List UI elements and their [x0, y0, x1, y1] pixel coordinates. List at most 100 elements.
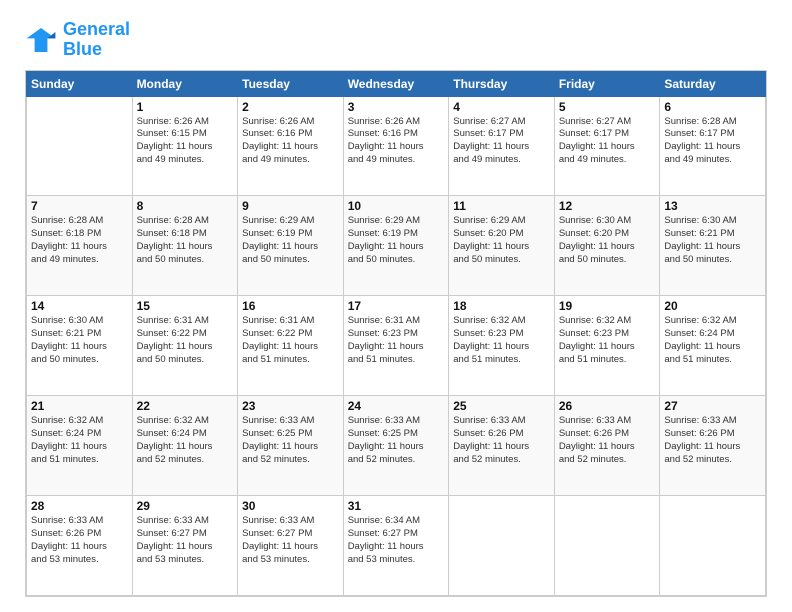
- day-info: Sunrise: 6:33 AM Sunset: 6:27 PM Dayligh…: [242, 515, 339, 566]
- day-cell: 5 Sunrise: 6:27 AM Sunset: 6:17 PM Daylig…: [554, 96, 660, 196]
- day-info: Sunrise: 6:32 AM Sunset: 6:23 PM Dayligh…: [559, 315, 656, 366]
- day-cell: 2 Sunrise: 6:26 AM Sunset: 6:16 PM Daylig…: [238, 96, 344, 196]
- day-info: Sunrise: 6:30 AM Sunset: 6:20 PM Dayligh…: [559, 215, 656, 266]
- day-cell: 11 Sunrise: 6:29 AM Sunset: 6:20 PM Dayli…: [449, 196, 555, 296]
- day-number: 27: [664, 399, 761, 413]
- day-cell: [554, 496, 660, 596]
- day-info: Sunrise: 6:30 AM Sunset: 6:21 PM Dayligh…: [664, 215, 761, 266]
- day-cell: 30 Sunrise: 6:33 AM Sunset: 6:27 PM Dayli…: [238, 496, 344, 596]
- day-cell: 6 Sunrise: 6:28 AM Sunset: 6:17 PM Daylig…: [660, 96, 766, 196]
- logo: General Blue: [25, 20, 130, 60]
- day-of-week-header: Saturday: [660, 71, 766, 96]
- day-cell: [660, 496, 766, 596]
- day-cell: 24 Sunrise: 6:33 AM Sunset: 6:25 PM Dayli…: [343, 396, 449, 496]
- day-info: Sunrise: 6:27 AM Sunset: 6:17 PM Dayligh…: [559, 116, 656, 167]
- day-cell: 25 Sunrise: 6:33 AM Sunset: 6:26 PM Dayli…: [449, 396, 555, 496]
- day-info: Sunrise: 6:31 AM Sunset: 6:22 PM Dayligh…: [137, 315, 234, 366]
- day-cell: 4Sunrise: 6:27 AM Sunset: 6:17 PM Daylig…: [449, 96, 555, 196]
- day-number: 8: [137, 199, 234, 213]
- day-info: Sunrise: 6:26 AM Sunset: 6:16 PM Dayligh…: [242, 116, 339, 167]
- day-info: Sunrise: 6:33 AM Sunset: 6:26 PM Dayligh…: [664, 415, 761, 466]
- day-cell: 28 Sunrise: 6:33 AM Sunset: 6:26 PM Dayli…: [27, 496, 133, 596]
- day-info: Sunrise: 6:33 AM Sunset: 6:26 PM Dayligh…: [453, 415, 550, 466]
- day-cell: 14 Sunrise: 6:30 AM Sunset: 6:21 PM Dayli…: [27, 296, 133, 396]
- day-cell: 16 Sunrise: 6:31 AM Sunset: 6:22 PM Dayli…: [238, 296, 344, 396]
- day-number: 9: [242, 199, 339, 213]
- day-cell: [27, 96, 133, 196]
- day-info: Sunrise: 6:32 AM Sunset: 6:23 PM Dayligh…: [453, 315, 550, 366]
- day-number: 19: [559, 299, 656, 313]
- day-of-week-header: Friday: [554, 71, 660, 96]
- day-number: 15: [137, 299, 234, 313]
- day-info: Sunrise: 6:32 AM Sunset: 6:24 PM Dayligh…: [31, 415, 128, 466]
- day-info: Sunrise: 6:33 AM Sunset: 6:25 PM Dayligh…: [348, 415, 445, 466]
- day-number: 18: [453, 299, 550, 313]
- day-number: 5: [559, 100, 656, 114]
- day-number: 29: [137, 499, 234, 513]
- day-info: Sunrise: 6:28 AM Sunset: 6:18 PM Dayligh…: [31, 215, 128, 266]
- day-number: 26: [559, 399, 656, 413]
- day-cell: 13 Sunrise: 6:30 AM Sunset: 6:21 PM Dayli…: [660, 196, 766, 296]
- day-number: 17: [348, 299, 445, 313]
- day-number: 1: [137, 100, 234, 114]
- day-info: Sunrise: 6:34 AM Sunset: 6:27 PM Dayligh…: [348, 515, 445, 566]
- day-cell: 22 Sunrise: 6:32 AM Sunset: 6:24 PM Dayli…: [132, 396, 238, 496]
- day-number: 14: [31, 299, 128, 313]
- logo-icon: [25, 24, 57, 56]
- day-info: Sunrise: 6:28 AM Sunset: 6:17 PM Dayligh…: [664, 116, 761, 167]
- day-number: 22: [137, 399, 234, 413]
- day-of-week-header: Wednesday: [343, 71, 449, 96]
- day-info: Sunrise: 6:26 AM Sunset: 6:15 PM Dayligh…: [137, 116, 234, 167]
- day-info: Sunrise: 6:31 AM Sunset: 6:22 PM Dayligh…: [242, 315, 339, 366]
- day-of-week-header: Thursday: [449, 71, 555, 96]
- day-number: 24: [348, 399, 445, 413]
- day-info: Sunrise: 6:32 AM Sunset: 6:24 PM Dayligh…: [664, 315, 761, 366]
- day-cell: 18 Sunrise: 6:32 AM Sunset: 6:23 PM Dayli…: [449, 296, 555, 396]
- day-of-week-header: Sunday: [27, 71, 133, 96]
- day-number: 13: [664, 199, 761, 213]
- day-number: 21: [31, 399, 128, 413]
- page: General Blue SundayMondayTuesdayWednesda…: [0, 0, 792, 612]
- day-info: Sunrise: 6:33 AM Sunset: 6:25 PM Dayligh…: [242, 415, 339, 466]
- day-cell: 1 Sunrise: 6:26 AM Sunset: 6:15 PM Daylig…: [132, 96, 238, 196]
- day-cell: 19 Sunrise: 6:32 AM Sunset: 6:23 PM Dayli…: [554, 296, 660, 396]
- day-number: 7: [31, 199, 128, 213]
- day-number: 6: [664, 100, 761, 114]
- day-number: 16: [242, 299, 339, 313]
- day-info: Sunrise: 6:32 AM Sunset: 6:24 PM Dayligh…: [137, 415, 234, 466]
- day-cell: 10Sunrise: 6:29 AM Sunset: 6:19 PM Dayli…: [343, 196, 449, 296]
- day-number: 25: [453, 399, 550, 413]
- day-info: Sunrise: 6:28 AM Sunset: 6:18 PM Dayligh…: [137, 215, 234, 266]
- day-number: 4: [453, 100, 550, 114]
- day-cell: 8 Sunrise: 6:28 AM Sunset: 6:18 PM Daylig…: [132, 196, 238, 296]
- day-info: Sunrise: 6:26 AM Sunset: 6:16 PM Dayligh…: [348, 116, 445, 167]
- day-info: Sunrise: 6:29 AM Sunset: 6:19 PM Dayligh…: [348, 215, 445, 266]
- day-info: Sunrise: 6:33 AM Sunset: 6:27 PM Dayligh…: [137, 515, 234, 566]
- day-cell: 20 Sunrise: 6:32 AM Sunset: 6:24 PM Dayli…: [660, 296, 766, 396]
- header: General Blue: [25, 20, 767, 60]
- day-cell: 9 Sunrise: 6:29 AM Sunset: 6:19 PM Daylig…: [238, 196, 344, 296]
- day-cell: 17Sunrise: 6:31 AM Sunset: 6:23 PM Dayli…: [343, 296, 449, 396]
- day-cell: 23 Sunrise: 6:33 AM Sunset: 6:25 PM Dayli…: [238, 396, 344, 496]
- day-number: 2: [242, 100, 339, 114]
- day-of-week-header: Tuesday: [238, 71, 344, 96]
- day-number: 31: [348, 499, 445, 513]
- day-number: 11: [453, 199, 550, 213]
- day-cell: 3 Sunrise: 6:26 AM Sunset: 6:16 PM Daylig…: [343, 96, 449, 196]
- day-cell: 15 Sunrise: 6:31 AM Sunset: 6:22 PM Dayli…: [132, 296, 238, 396]
- day-number: 23: [242, 399, 339, 413]
- day-of-week-header: Monday: [132, 71, 238, 96]
- day-number: 30: [242, 499, 339, 513]
- day-info: Sunrise: 6:29 AM Sunset: 6:19 PM Dayligh…: [242, 215, 339, 266]
- day-number: 12: [559, 199, 656, 213]
- day-number: 28: [31, 499, 128, 513]
- day-number: 20: [664, 299, 761, 313]
- day-cell: 29 Sunrise: 6:33 AM Sunset: 6:27 PM Dayli…: [132, 496, 238, 596]
- day-info: Sunrise: 6:33 AM Sunset: 6:26 PM Dayligh…: [31, 515, 128, 566]
- day-number: 3: [348, 100, 445, 114]
- calendar: SundayMondayTuesdayWednesdayThursdayFrid…: [25, 70, 767, 597]
- day-cell: [449, 496, 555, 596]
- day-info: Sunrise: 6:29 AM Sunset: 6:20 PM Dayligh…: [453, 215, 550, 266]
- day-cell: 26Sunrise: 6:33 AM Sunset: 6:26 PM Dayli…: [554, 396, 660, 496]
- day-info: Sunrise: 6:30 AM Sunset: 6:21 PM Dayligh…: [31, 315, 128, 366]
